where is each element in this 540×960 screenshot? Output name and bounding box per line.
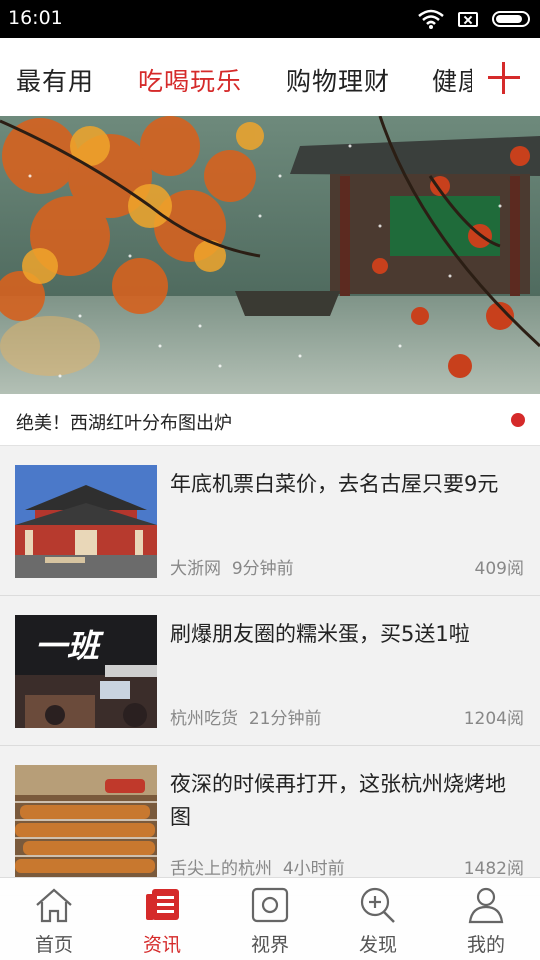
camera-icon [251,887,289,923]
tab-food-fun[interactable]: 吃喝玩乐 [138,62,242,98]
banner-caption-bar[interactable]: 绝美！西湖红叶分布图出炉 [0,394,540,446]
no-sim-icon [458,11,478,27]
article-meta: 杭州吃货 21分钟前 [170,704,321,729]
article-item[interactable]: 年底机票白菜价，去名古屋只要9元 大浙网 9分钟前 409阅 [0,446,540,596]
news-icon [146,889,179,920]
article-time: 21分钟前 [248,709,322,729]
nav-news-label: 资讯 [142,934,181,956]
battery-icon [492,11,530,27]
nav-vision-label: 视界 [250,934,289,956]
nav-news[interactable]: 资讯 [108,878,216,960]
article-meta: 舌尖上的杭州 4小时前 [170,854,345,879]
article-read-count: 409阅 [474,559,524,579]
nav-discover-label: 发现 [358,934,397,956]
article-time: 4小时前 [282,859,345,879]
banner-caption: 绝美！西湖红叶分布图出炉 [16,413,232,434]
nav-profile-label: 我的 [466,934,505,956]
article-time: 9分钟前 [231,559,294,579]
status-bar: 16:01 [0,0,540,38]
category-tabs: 最有用 吃喝玩乐 购物理财 健康 [0,38,540,116]
nav-home-label: 首页 [34,934,73,956]
article-source: 舌尖上的杭州 [170,859,272,879]
article-source: 大浙网 [170,559,221,579]
shop-sign-text: 一班 [35,627,100,665]
carousel-indicator-dot [511,413,525,427]
article-item[interactable]: 夜深的时候再打开，这张杭州烧烤地图 舌尖上的杭州 4小时前 1482阅 [0,746,540,896]
tab-shopping-finance[interactable]: 购物理财 [286,62,390,98]
nav-discover[interactable]: 发现 [324,878,432,960]
tab-most-useful[interactable]: 最有用 [16,62,94,98]
article-meta: 大浙网 9分钟前 [170,554,294,579]
article-thumbnail [15,465,157,578]
status-time: 16:01 [8,7,63,29]
home-icon [36,888,72,923]
discover-search-icon [360,887,395,923]
tab-health[interactable]: 健康 [432,62,472,98]
profile-icon [468,887,504,924]
bottom-navigation: 首页 资讯 视界 发现 我的 [0,877,540,960]
add-category-icon[interactable] [488,62,520,94]
article-thumbnail: 一班 [15,615,157,728]
article-source: 杭州吃货 [170,709,238,729]
nav-vision[interactable]: 视界 [216,878,324,960]
featured-banner-image[interactable] [0,116,540,394]
article-title: 刷爆朋友圈的糯米蛋，买5送1啦 [170,622,470,646]
nav-profile[interactable]: 我的 [432,878,540,960]
article-thumbnail [15,765,157,878]
article-title: 年底机票白菜价，去名古屋只要9元 [170,472,499,496]
article-read-count: 1482阅 [463,859,524,879]
wifi-icon [418,9,444,29]
article-read-count: 1204阅 [463,709,524,729]
nav-home[interactable]: 首页 [0,878,108,960]
article-item[interactable]: 一班 刷爆朋友圈的糯米蛋，买5送1啦 杭州吃货 21分钟前 1204阅 [0,596,540,746]
article-title: 夜深的时候再打开，这张杭州烧烤地图 [170,772,506,829]
